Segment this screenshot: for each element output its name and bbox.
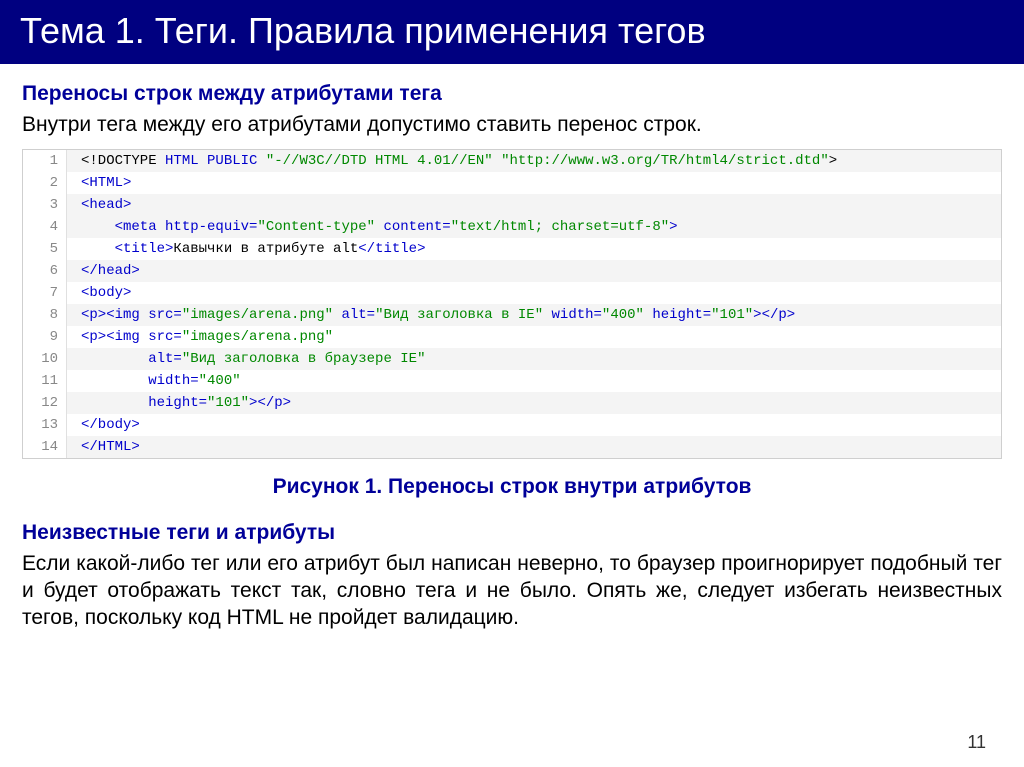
line-number: 9 [23,326,67,348]
code-row: 10 alt="Вид заголовка в браузере IE" [23,348,1001,370]
code-row: 1 <!DOCTYPE HTML PUBLIC "-//W3C//DTD HTM… [23,150,1001,172]
code-row: 11 width="400" [23,370,1001,392]
line-number: 13 [23,414,67,436]
line-number: 14 [23,436,67,458]
code-line: <p><img src="images/arena.png" alt="Вид … [67,304,1001,326]
code-row: 7 <body> [23,282,1001,304]
code-row: 2 <HTML> [23,172,1001,194]
code-line: <!DOCTYPE HTML PUBLIC "-//W3C//DTD HTML … [67,150,1001,172]
code-line: <body> [67,282,1001,304]
code-line: </HTML> [67,436,1001,458]
line-number: 4 [23,216,67,238]
code-row: 12 height="101"></p> [23,392,1001,414]
slide-content: Переносы строк между атрибутами тега Вну… [0,64,1024,632]
code-line: width="400" [67,370,1001,392]
line-number: 3 [23,194,67,216]
section1-heading: Переносы строк между атрибутами тега [22,82,1002,106]
code-line: </body> [67,414,1001,436]
page-number: 11 [967,732,986,753]
code-row: 8 <p><img src="images/arena.png" alt="Ви… [23,304,1001,326]
slide-title: Тема 1. Теги. Правила применения тегов [0,0,1024,64]
code-line: <meta http-equiv="Content-type" content=… [67,216,1001,238]
code-line: <HTML> [67,172,1001,194]
code-row: 5 <title>Кавычки в атрибуте alt</title> [23,238,1001,260]
code-line: <head> [67,194,1001,216]
section2-text: Если какой-либо тег или его атрибут был … [22,551,1002,632]
code-example: 1 <!DOCTYPE HTML PUBLIC "-//W3C//DTD HTM… [22,149,1002,459]
code-line: </head> [67,260,1001,282]
line-number: 8 [23,304,67,326]
line-number: 10 [23,348,67,370]
section2-heading: Неизвестные теги и атрибуты [22,521,1002,545]
code-line: <p><img src="images/arena.png" [67,326,1001,348]
line-number: 2 [23,172,67,194]
code-line: height="101"></p> [67,392,1001,414]
code-row: 4 <meta http-equiv="Content-type" conten… [23,216,1001,238]
code-row: 9 <p><img src="images/arena.png" [23,326,1001,348]
figure-caption: Рисунок 1. Переносы строк внутри атрибут… [22,475,1002,499]
line-number: 6 [23,260,67,282]
line-number: 11 [23,370,67,392]
code-row: 6 </head> [23,260,1001,282]
code-row: 14 </HTML> [23,436,1001,458]
line-number: 1 [23,150,67,172]
line-number: 12 [23,392,67,414]
code-row: 13 </body> [23,414,1001,436]
code-line: <title>Кавычки в атрибуте alt</title> [67,238,1001,260]
code-line: alt="Вид заголовка в браузере IE" [67,348,1001,370]
line-number: 5 [23,238,67,260]
section1-text: Внутри тега между его атрибутами допусти… [22,112,1002,139]
code-row: 3 <head> [23,194,1001,216]
line-number: 7 [23,282,67,304]
